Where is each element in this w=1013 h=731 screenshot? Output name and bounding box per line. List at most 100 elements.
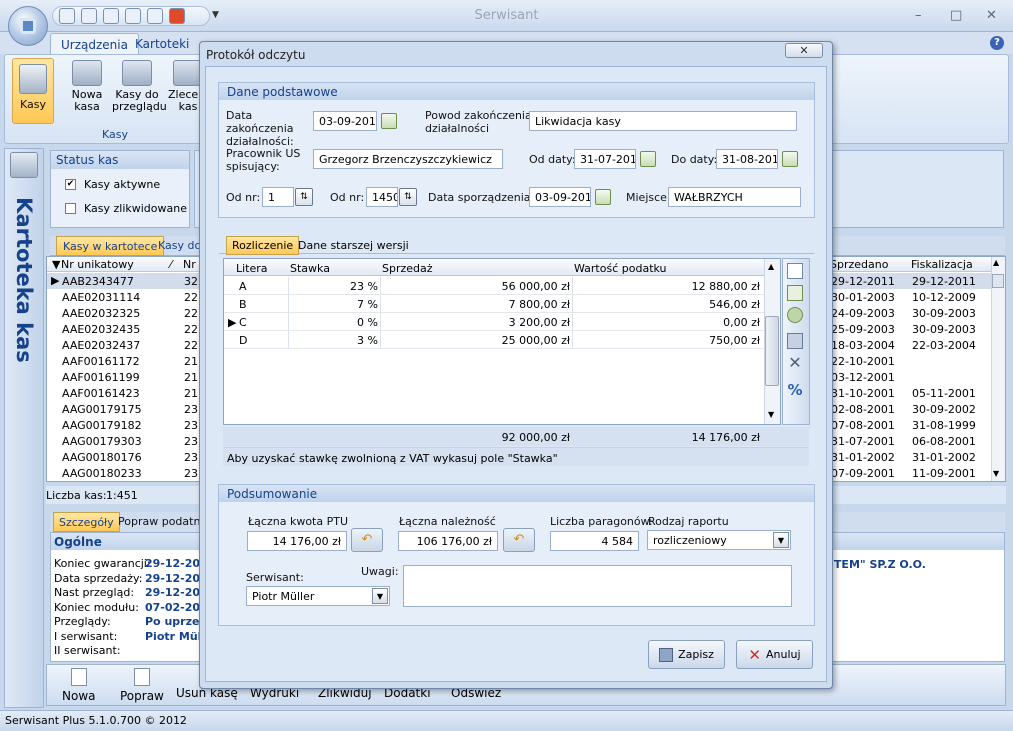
dialog-close-button[interactable]: ✕ xyxy=(785,43,823,58)
minimize-button[interactable]: – xyxy=(915,8,922,23)
cell-sprzedaz[interactable]: 7 800,00 zł xyxy=(509,298,570,311)
cell-litera[interactable]: D xyxy=(239,334,247,347)
new-row-icon[interactable] xyxy=(787,263,803,279)
col-nr[interactable]: Nr xyxy=(183,258,196,271)
serwisant-value: Piotr Müller xyxy=(252,590,315,603)
edit-icon xyxy=(133,668,150,686)
grid-scrollbar[interactable] xyxy=(991,257,1005,481)
od-daty-input[interactable]: 31-07-2010 xyxy=(574,149,636,169)
cell-sprzedaz[interactable]: 3 200,00 zł xyxy=(509,316,570,329)
kasy-zlikwidowane-checkbox[interactable] xyxy=(65,203,76,214)
cell-litera[interactable]: A xyxy=(239,280,247,293)
miejsce-input[interactable]: WAŁBRZYCH xyxy=(668,187,801,207)
grid-scroll-thumb[interactable] xyxy=(992,274,1004,288)
filter-icon[interactable]: ⁄ xyxy=(170,258,172,271)
save-button[interactable]: Zapisz xyxy=(648,640,725,669)
calendar-icon[interactable] xyxy=(640,151,656,167)
cell-stawka[interactable]: 3 % xyxy=(357,334,378,347)
ptu-input[interactable]: 14 176,00 zł xyxy=(247,531,347,551)
data-zakonczenia-input[interactable]: 03-09-2012 xyxy=(313,111,377,131)
uwagi-textarea[interactable] xyxy=(403,565,792,607)
col-fiskalizacja[interactable]: Fiskalizacja xyxy=(911,258,973,271)
nowa-kasa-button[interactable]: Nowa kasa xyxy=(66,60,108,113)
col-nr-unikatowy[interactable]: Nr unikatowy xyxy=(61,258,134,271)
magnifier-icon xyxy=(122,60,152,86)
pracownik-input[interactable]: Grzegorz Brzenczyszczykiewicz xyxy=(313,149,503,169)
tab-kasy-w-kartotece[interactable]: Kasy w kartotece xyxy=(56,236,165,256)
percent-icon[interactable]: % xyxy=(787,382,803,398)
calendar-icon[interactable] xyxy=(595,189,611,205)
close-button[interactable]: ✕ xyxy=(986,8,997,23)
cell-nr-unik: AAG00179303 xyxy=(62,435,142,448)
cell-sprzedano: 02-08-2001 xyxy=(831,403,895,416)
nowa-kasa-label: Nowa kasa xyxy=(71,88,103,113)
cell-litera[interactable]: C xyxy=(239,316,247,329)
vat-row[interactable]: A 23 % 56 000,00 zł 12 880,00 zł xyxy=(224,277,764,295)
cell-stawka[interactable]: 23 % xyxy=(350,280,378,293)
scroll-up-icon[interactable]: ▲ xyxy=(768,262,774,271)
undo-icon[interactable]: ↶ xyxy=(503,528,535,552)
delete-icon[interactable]: ✕ xyxy=(787,355,803,371)
cell-sprzedaz[interactable]: 25 000,00 zł xyxy=(502,334,570,347)
tab-kasy-do[interactable]: Kasy do xyxy=(158,239,201,252)
cell-fisk: 30-09-2003 xyxy=(912,323,976,336)
powod-input[interactable]: Likwidacja kasy xyxy=(529,111,797,131)
od-nr-spinner-icon[interactable]: ⇅ xyxy=(295,188,313,206)
rodzaj-raportu-select[interactable]: rozliczeniowy ▼ xyxy=(647,530,791,550)
od-nr-input[interactable]: 1 xyxy=(262,187,294,207)
toolbar-button-1[interactable]: Nowa xyxy=(62,668,96,703)
scroll-down-icon[interactable]: ▼ xyxy=(768,410,774,419)
col-litera[interactable]: Litera xyxy=(236,262,268,275)
cell-podatek[interactable]: 546,00 zł xyxy=(709,298,760,311)
vat-row[interactable]: B 7 % 7 800,00 zł 546,00 zł xyxy=(224,295,764,313)
cell-sprzedaz[interactable]: 56 000,00 zł xyxy=(502,280,570,293)
calendar-icon[interactable] xyxy=(782,151,798,167)
app-menu-button[interactable] xyxy=(8,6,48,46)
chevron-down-icon[interactable]: ▼ xyxy=(773,532,789,548)
kasy-button[interactable]: Kasy xyxy=(12,58,54,124)
vat-row[interactable]: D 3 % 25 000,00 zł 750,00 zł xyxy=(224,331,764,349)
od-nr2-spinner-icon[interactable]: ⇅ xyxy=(399,188,417,206)
help-icon[interactable]: ? xyxy=(990,36,1004,50)
od-nr2-input[interactable]: 1450 xyxy=(366,187,398,207)
od-nr-label: Od nr: xyxy=(226,191,261,204)
vat-row[interactable]: ▶ C 0 % 3 200,00 zł 0,00 zł xyxy=(224,313,764,331)
tab-kartoteki[interactable]: Kartoteki xyxy=(125,33,199,55)
save-icon[interactable] xyxy=(787,333,803,349)
scroll-down-icon[interactable]: ▼ xyxy=(993,469,999,478)
cell-podatek[interactable]: 750,00 zł xyxy=(709,334,760,347)
vat-table-scroll-thumb[interactable] xyxy=(765,316,779,386)
tab-popraw-podatnik[interactable]: Popraw podatnik xyxy=(118,515,210,528)
undo-icon[interactable]: ↶ xyxy=(351,528,383,552)
tab-szczegoly[interactable]: Szczegóły xyxy=(53,512,120,532)
data-sporzadzenia-input[interactable]: 03-09-2012 xyxy=(529,187,591,207)
naleznosc-input[interactable]: 106 176,00 zł xyxy=(398,531,498,551)
col-stawka[interactable]: Stawka xyxy=(290,262,330,275)
calendar-icon[interactable] xyxy=(381,113,397,129)
maximize-button[interactable]: □ xyxy=(950,8,962,23)
serwisant-select[interactable]: Piotr Müller ▼ xyxy=(246,586,390,606)
toolbar-button-2[interactable]: Popraw xyxy=(120,668,164,703)
ribbon-group-label: Kasy xyxy=(101,128,128,141)
do-daty-input[interactable]: 31-08-2012 xyxy=(716,149,778,169)
tab-dane-starszej-wersji[interactable]: Dane starszej wersji xyxy=(298,239,409,252)
chevron-down-icon[interactable]: ▼ xyxy=(372,588,388,604)
cell-litera[interactable]: B xyxy=(239,298,247,311)
cell-stawka[interactable]: 7 % xyxy=(357,298,378,311)
refresh-icon[interactable] xyxy=(787,307,803,323)
col-sprzedano[interactable]: Sprzedano xyxy=(830,258,888,271)
cell-podatek[interactable]: 0,00 zł xyxy=(723,316,760,329)
cancel-button[interactable]: ✕ Anuluj xyxy=(736,640,813,669)
paragony-input[interactable]: 4 584 xyxy=(550,531,639,551)
kasy-aktywne-checkbox[interactable]: ✔ xyxy=(65,179,76,190)
detail-label: II serwisant: xyxy=(54,644,121,657)
cell-podatek[interactable]: 12 880,00 zł xyxy=(692,280,760,293)
cell-sprzedano: 24-09-2003 xyxy=(831,307,895,320)
cell-stawka[interactable]: 0 % xyxy=(357,316,378,329)
edit-row-icon[interactable] xyxy=(787,285,803,301)
col-sprzedaz[interactable]: Sprzedaż xyxy=(382,262,433,275)
col-wartosc-podatku[interactable]: Wartość podatku xyxy=(574,262,667,275)
tab-rozliczenie[interactable]: Rozliczenie xyxy=(226,236,300,255)
kasy-do-przegladu-button[interactable]: Kasy do przeglądu xyxy=(112,60,167,113)
scroll-up-icon[interactable]: ▲ xyxy=(993,258,999,267)
